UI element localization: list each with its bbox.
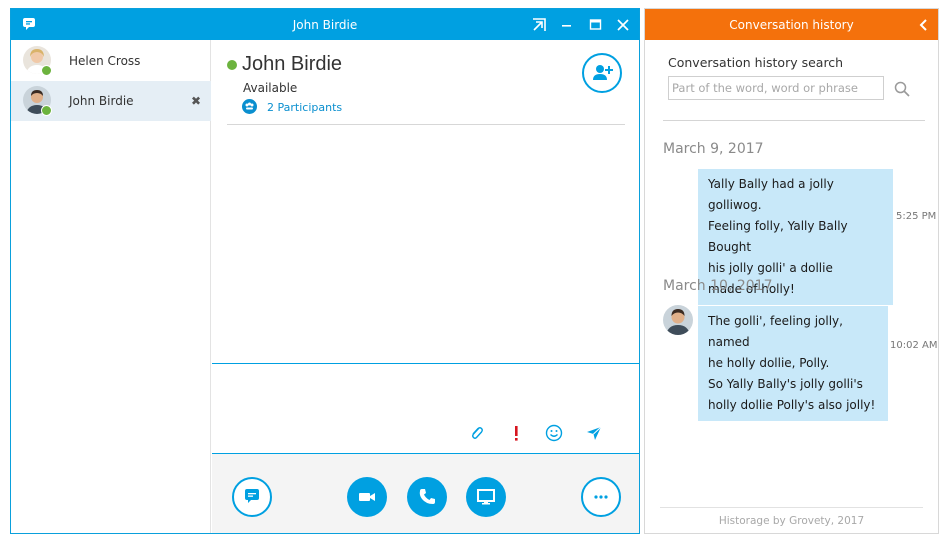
message-line: The golli', feeling jolly, named	[708, 314, 843, 349]
close-conversation-icon[interactable]: ✖	[191, 94, 201, 108]
history-date: March 9, 2017	[663, 141, 764, 157]
close-icon[interactable]	[615, 17, 631, 33]
avatar	[663, 305, 693, 335]
contact-name: Helen Cross	[69, 54, 141, 68]
call-toolbar	[212, 454, 639, 533]
conversation-title: John Birdie	[242, 53, 343, 75]
conversation-pane: John Birdie Available 2 Participants	[212, 40, 639, 533]
history-search-label: Conversation history search	[668, 55, 844, 70]
chat-icon	[245, 489, 259, 503]
call-button[interactable]	[407, 477, 447, 517]
smiley-icon[interactable]	[545, 424, 563, 442]
compose-area[interactable]	[212, 363, 639, 454]
participants-link[interactable]: 2 Participants	[267, 101, 342, 114]
send-icon[interactable]	[585, 424, 603, 442]
message-time: 10:02 AM	[890, 340, 938, 351]
history-footer: Historage by Grovety, 2017	[718, 515, 865, 527]
participants-icon	[242, 99, 257, 114]
add-person-icon	[593, 65, 613, 80]
presence-status: Available	[243, 81, 298, 95]
message-line: So Yally Bally's jolly golli's	[708, 377, 863, 391]
message-bubble: The golli', feeling jolly, named he holl…	[698, 306, 888, 421]
minimize-icon[interactable]	[559, 17, 575, 33]
conversation-history-panel: Conversation history Conversation histor…	[644, 8, 939, 534]
video-button[interactable]	[347, 477, 387, 517]
im-button[interactable]	[232, 477, 272, 517]
exclamation-icon[interactable]	[507, 424, 525, 442]
message-line: his jolly golli' a dollie	[708, 261, 833, 275]
presence-available-icon	[41, 65, 52, 76]
presence-available-icon	[41, 105, 52, 116]
history-header: Conversation history	[645, 9, 938, 40]
add-person-button[interactable]	[582, 53, 622, 93]
ellipsis-icon	[594, 495, 608, 499]
popout-icon[interactable]	[531, 17, 547, 33]
history-title: Conversation history	[729, 18, 854, 32]
more-options-button[interactable]	[581, 477, 621, 517]
history-search-input[interactable]	[668, 76, 884, 100]
message-line: Feeling folly, Yally Bally Bought	[708, 219, 848, 254]
search-icon[interactable]	[893, 80, 911, 98]
phone-icon	[419, 489, 435, 504]
presence-available-icon	[227, 60, 237, 70]
video-icon	[359, 493, 375, 501]
search-divider	[663, 120, 925, 121]
paperclip-icon[interactable]	[468, 424, 486, 442]
chevron-left-icon[interactable]	[918, 17, 928, 31]
contact-item-john-birdie[interactable]: John Birdie ✖	[11, 81, 211, 121]
title-bar: John Birdie	[11, 9, 639, 40]
message-line: Yally Bally had a jolly golliwog.	[708, 177, 834, 212]
chat-window: John Birdie Helen Cross John Birdie ✖ Jo…	[10, 8, 640, 534]
message-line: holly dollie Polly's also jolly!	[708, 398, 876, 412]
screen-share-icon	[477, 489, 495, 505]
maximize-icon[interactable]	[588, 17, 604, 33]
contacts-sidebar: Helen Cross John Birdie ✖	[11, 40, 211, 533]
contact-name: John Birdie	[69, 94, 134, 108]
screen-share-button[interactable]	[466, 477, 506, 517]
header-divider	[227, 124, 625, 125]
history-date: March 10, 2017	[663, 278, 773, 294]
message-line: he holly dollie, Polly.	[708, 356, 830, 370]
contact-item-helen-cross[interactable]: Helen Cross	[11, 41, 211, 81]
message-time: 5:25 PM	[896, 211, 937, 222]
